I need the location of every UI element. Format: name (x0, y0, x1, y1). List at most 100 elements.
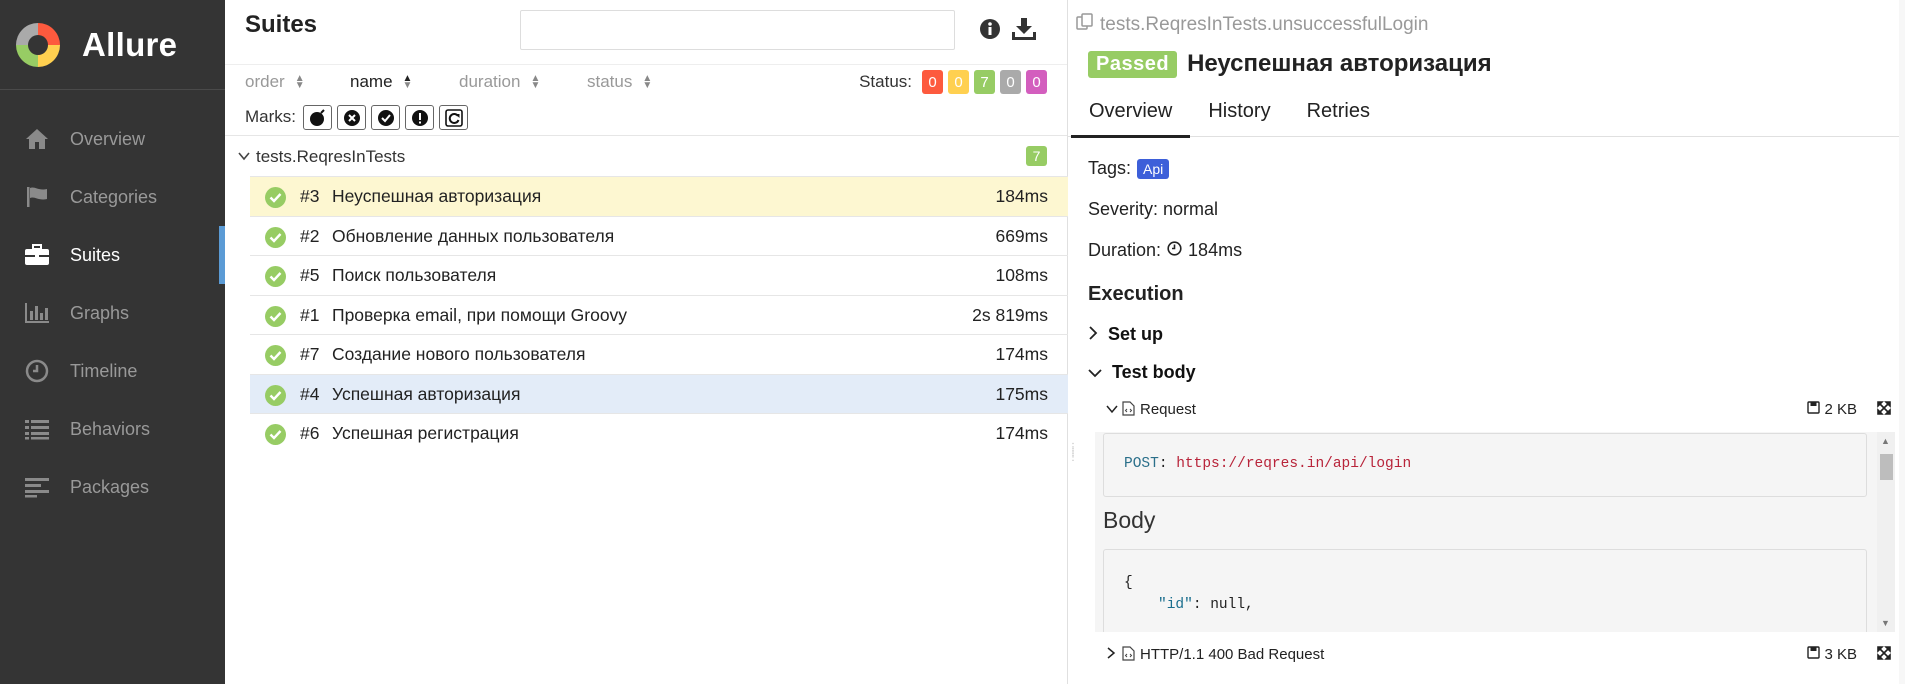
exclamation-icon[interactable] (405, 105, 434, 130)
copy-icon[interactable] (1076, 13, 1094, 37)
test-number: #5 (300, 265, 320, 285)
json-line: { (1124, 575, 1133, 591)
test-number: #2 (300, 225, 320, 246)
page-scrollbar[interactable] (1899, 0, 1905, 684)
times-circle-icon[interactable] (337, 105, 366, 130)
sidebar-item-label: Overview (70, 128, 146, 149)
status-skipped-badge[interactable]: 0 (1000, 70, 1021, 94)
status-unknown-badge[interactable]: 0 (1026, 70, 1047, 94)
bomb-icon[interactable] (303, 105, 332, 130)
file-code-icon (1122, 401, 1135, 420)
status-passed-badge[interactable]: 7 (974, 70, 995, 94)
test-duration: 669ms (995, 225, 1048, 246)
duration-value: 184ms (1188, 240, 1243, 260)
marks-label: Marks: (245, 107, 296, 126)
briefcase-icon (24, 243, 50, 267)
sort-bar: order ▲ ▼ name ▲ ▼ duration ▲ ▼ status ▲ ▼ S… (225, 65, 1067, 100)
json-key: "id" (1158, 597, 1193, 613)
check-circle-icon (265, 187, 286, 208)
sidebar-item-label: Timeline (70, 360, 138, 381)
sort-arrows-icon: ▲ ▼ (402, 73, 413, 91)
sidebar-item-behaviors[interactable]: Behaviors (0, 400, 225, 458)
test-duration: 2s 819ms (972, 304, 1048, 325)
test-duration: 174ms (995, 344, 1048, 364)
save-icon (1807, 401, 1821, 418)
test-row[interactable]: #1 Проверка email, при помощи Groovy 2s 81… (250, 294, 1068, 335)
duration-label: Duration: (1088, 240, 1162, 260)
expand-icon[interactable] (1877, 401, 1891, 419)
request-attachment[interactable]: Request 2 KB (1106, 398, 1891, 422)
bar-chart-icon (24, 301, 50, 325)
test-number: #7 (300, 344, 320, 364)
sort-order[interactable]: order ▲ ▼ (245, 72, 305, 92)
tab-overview[interactable]: Overview (1071, 94, 1191, 138)
suites-header: Suites (225, 0, 1067, 65)
chevron-down-icon (238, 147, 250, 167)
test-row[interactable]: #4 Успешная авторизация 175ms (250, 373, 1068, 414)
suite-group-count: 7 (1026, 146, 1047, 166)
status-broken-badge[interactable]: 0 (948, 70, 969, 94)
request-body-box: { "id": null, (1103, 549, 1867, 632)
request-label: Request (1140, 401, 1196, 418)
tag-badge[interactable]: Api (1137, 158, 1170, 179)
duration-row: Duration: 184ms (1088, 240, 1242, 261)
test-name: Обновление данных пользователя (332, 225, 615, 246)
test-row[interactable]: #6 Успешная регистрация 174ms (250, 413, 1068, 453)
refresh-icon[interactable] (439, 105, 468, 130)
sidebar-item-packages[interactable]: Packages (0, 458, 225, 516)
status-failed-badge[interactable]: 0 (922, 70, 943, 94)
test-row[interactable]: #7 Создание нового пользователя 174ms (250, 334, 1068, 374)
chevron-down-icon (1106, 401, 1118, 418)
status-badge: Passed (1088, 50, 1178, 78)
search-input[interactable] (520, 10, 955, 50)
check-circle-icon (265, 266, 286, 287)
sort-duration-label: duration (459, 72, 521, 91)
scroll-down-icon[interactable]: ▼ (1881, 618, 1890, 628)
tab-history[interactable]: History (1190, 94, 1288, 137)
info-icon[interactable] (977, 16, 1003, 42)
test-row[interactable]: #3 Неуспешная авторизация 184ms (250, 176, 1068, 216)
request-line-box: POST: https://reqres.in/api/login (1103, 433, 1867, 497)
tab-retries[interactable]: Retries (1289, 94, 1388, 137)
sort-arrows-icon: ▲ ▼ (294, 73, 305, 91)
test-title: Неуспешная авторизация (1187, 50, 1492, 77)
scroll-thumb[interactable] (1880, 454, 1893, 480)
sidebar-item-label: Behaviors (70, 418, 151, 439)
http-method: POST (1124, 456, 1159, 472)
sort-duration[interactable]: duration ▲ ▼ (459, 72, 540, 92)
severity-text: Severity: normal (1088, 199, 1219, 219)
sidebar-item-label: Graphs (70, 302, 130, 323)
page-title: Suites (245, 11, 318, 38)
sort-status[interactable]: status ▲ ▼ (587, 72, 652, 92)
sort-arrows-icon: ▲ ▼ (530, 73, 541, 91)
response-size-value: 3 KB (1824, 646, 1857, 663)
test-detail-pane: tests.ReqresInTests.unsuccessfulLogin Pa… (1068, 0, 1905, 684)
check-circle-icon[interactable] (371, 105, 400, 130)
sidebar-item-overview[interactable]: Overview (0, 110, 225, 168)
request-url[interactable]: https://reqres.in/api/login (1176, 456, 1411, 472)
setup-step[interactable]: Set up (1088, 324, 1163, 345)
brand[interactable]: Allure (0, 0, 225, 90)
align-left-icon (24, 475, 50, 499)
sidebar-item-timeline[interactable]: Timeline (0, 342, 225, 400)
check-circle-icon (265, 384, 286, 406)
attachment-scrollbar[interactable]: ▲ ▼ (1877, 432, 1895, 632)
test-title-row: Passed Неуспешная авторизация (1088, 50, 1492, 78)
sort-arrows-icon: ▲ ▼ (642, 73, 653, 91)
sidebar-item-categories[interactable]: Categories (0, 168, 225, 226)
suite-group[interactable]: tests.ReqresInTests 7 (225, 136, 1067, 176)
test-body-label: Test body (1112, 362, 1196, 382)
test-body-step[interactable]: Test body (1088, 362, 1196, 383)
sidebar: Allure Overview Categories Suites Graphs… (0, 0, 225, 684)
test-row[interactable]: #2 Обновление данных пользователя 669ms (250, 215, 1068, 256)
sort-name[interactable]: name ▲ ▼ (350, 72, 412, 92)
download-icon[interactable] (1011, 16, 1037, 42)
sidebar-item-graphs[interactable]: Graphs (0, 284, 225, 342)
expand-icon[interactable] (1877, 646, 1891, 664)
sidebar-item-suites[interactable]: Suites (0, 226, 225, 284)
response-attachment[interactable]: HTTP/1.1 400 Bad Request 3 KB (1106, 643, 1891, 667)
scroll-up-icon[interactable]: ▲ (1881, 436, 1890, 446)
test-row[interactable]: #5 Поиск пользователя 108ms (250, 255, 1068, 295)
tags-label: Tags: (1088, 158, 1132, 178)
save-icon (1807, 646, 1821, 663)
